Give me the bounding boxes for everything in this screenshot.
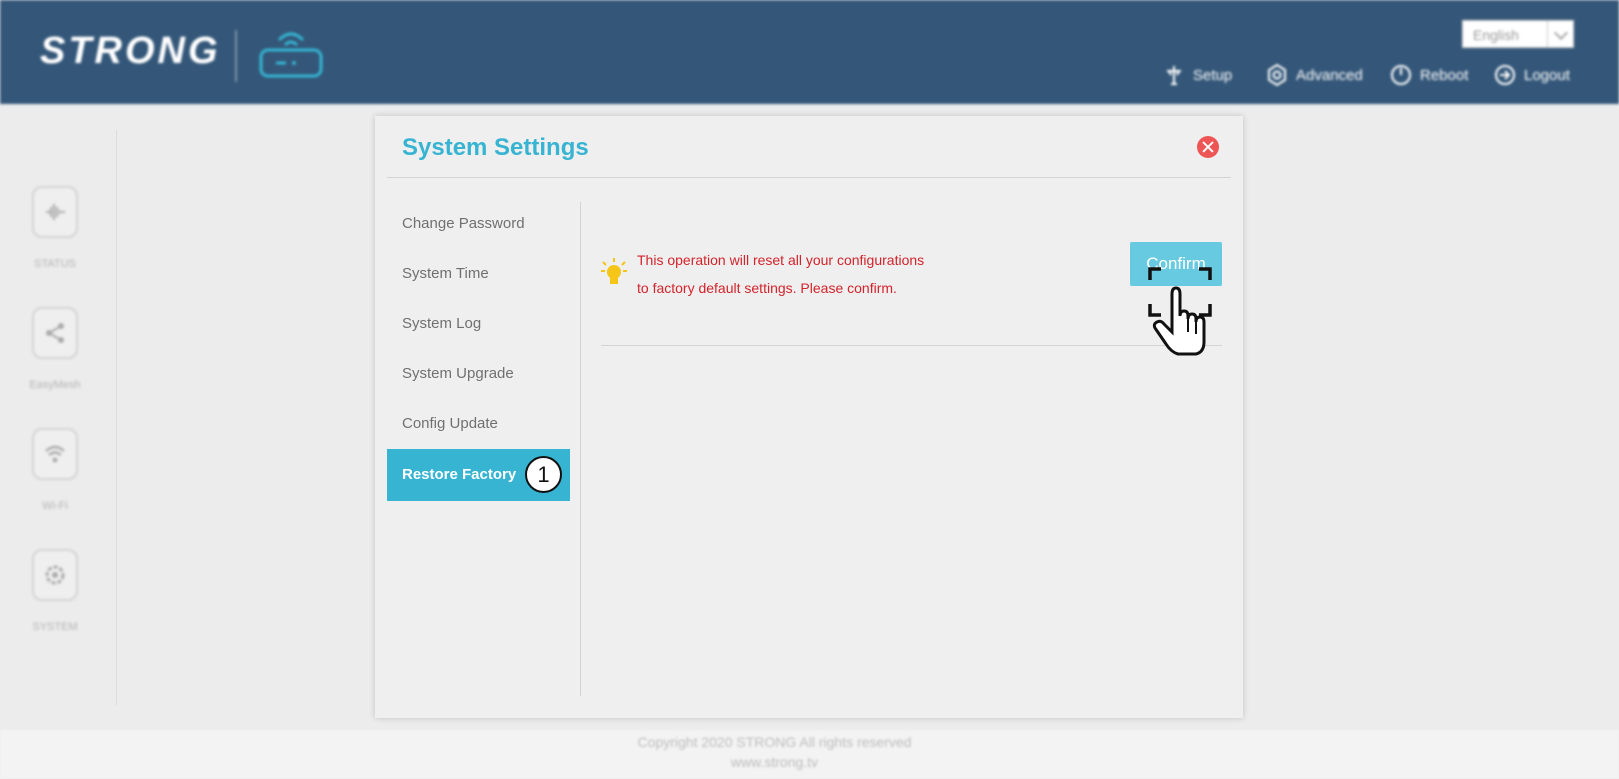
router-icon — [259, 32, 323, 78]
nav-logout-label: Logout — [1524, 66, 1570, 84]
sidebar-item-easymesh[interactable]: EasyMesh — [29, 307, 81, 391]
sidebar-item-label: STATUS — [34, 258, 76, 270]
sidebar-item-label: SYSTEM — [32, 621, 78, 633]
modal-divider — [387, 177, 1231, 178]
sidebar-item-wifi[interactable]: Wi-Fi — [30, 428, 80, 512]
gear-icon — [1268, 64, 1286, 86]
nav-setup[interactable]: Setup — [1163, 62, 1232, 88]
lightbulb-icon — [601, 258, 627, 284]
footer-copyright: Copyright 2020 STRONG All rights reserve… — [637, 734, 912, 750]
gear-icon — [45, 565, 65, 585]
system-settings-modal: System Settings Change Password System T… — [375, 116, 1243, 718]
menu-divider — [580, 202, 581, 696]
sidebar-item-label: Wi-Fi — [42, 500, 68, 512]
language-select[interactable]: English — [1462, 20, 1574, 48]
nav-reboot[interactable]: Reboot — [1390, 62, 1468, 88]
nav-advanced-label: Advanced — [1296, 66, 1363, 84]
modal-title: System Settings — [402, 134, 589, 161]
menu-item-restore-factory[interactable]: Restore Factory 1 — [387, 449, 570, 501]
setup-icon — [1167, 66, 1181, 85]
sidebar-system-box — [32, 549, 78, 601]
status-icon — [46, 204, 65, 220]
sidebar-item-label: EasyMesh — [29, 379, 81, 391]
language-value: English — [1473, 27, 1519, 43]
footer-website[interactable]: www.strong.tv — [0, 754, 1584, 770]
menu-item-change-password[interactable]: Change Password — [387, 198, 570, 250]
brand-logo: STRONG — [40, 30, 221, 72]
power-icon — [1391, 65, 1411, 85]
footer: Copyright 2020 STRONG All rights reserve… — [0, 730, 1619, 779]
menu-item-system-upgrade[interactable]: System Upgrade — [387, 348, 570, 400]
warning-line-1: This operation will reset all your confi… — [637, 252, 925, 268]
nav-logout[interactable]: Logout — [1494, 62, 1570, 88]
sidebar-wifi-box — [32, 428, 78, 480]
warning-line-2: to factory default settings. Please conf… — [637, 280, 897, 296]
logout-icon — [1495, 65, 1515, 85]
sidebar-item-system[interactable]: SYSTEM — [30, 549, 80, 633]
menu-item-system-log[interactable]: System Log — [387, 298, 570, 350]
close-icon[interactable] — [1197, 136, 1219, 158]
nav-setup-label: Setup — [1193, 66, 1233, 84]
nav-advanced[interactable]: Advanced — [1266, 62, 1363, 88]
step-number-badge: 1 — [525, 456, 562, 493]
menu-item-config-update[interactable]: Config Update — [387, 398, 570, 450]
logo-divider — [235, 30, 237, 82]
menu-item-system-time[interactable]: System Time — [387, 248, 570, 300]
share-icon — [46, 323, 64, 343]
wifi-icon — [45, 445, 65, 463]
menu-item-label: Restore Factory — [402, 466, 517, 483]
sidebar-item-status[interactable]: STATUS — [30, 186, 80, 270]
chevron-down-icon — [1547, 21, 1573, 47]
nav-reboot-label: Reboot — [1420, 66, 1469, 84]
sidebar-easymesh-box — [32, 307, 78, 359]
sidebar: STATUS EasyMesh Wi-Fi SYSTEM — [0, 104, 118, 704]
pointing-hand-icon — [1148, 267, 1212, 356]
content-divider — [601, 345, 1222, 346]
top-header: STRONG English Setup Advanced Reboot Log… — [0, 0, 1619, 104]
sidebar-status-box — [32, 186, 78, 238]
reset-warning-message: This operation will reset all your confi… — [637, 246, 924, 302]
